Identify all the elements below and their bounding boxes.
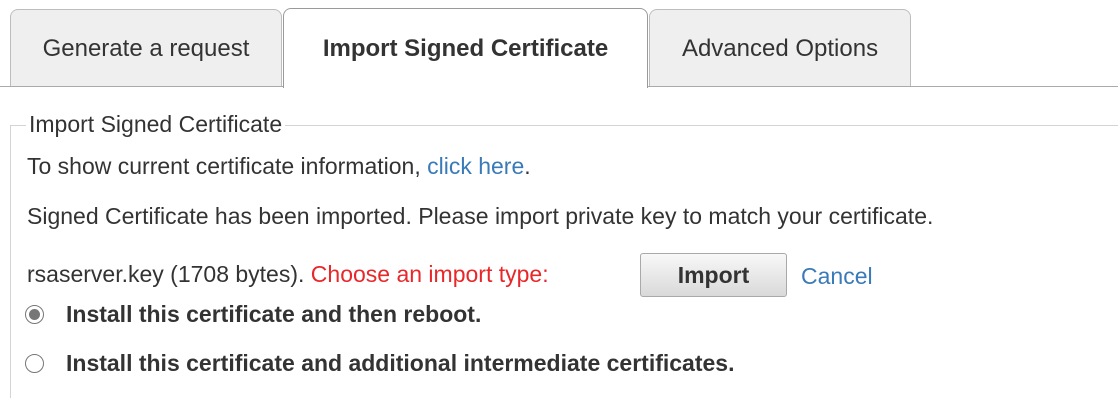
- tab-label: Generate a request: [42, 34, 250, 62]
- tab-label: Advanced Options: [681, 34, 879, 62]
- tab-import-signed-certificate[interactable]: Import Signed Certificate: [283, 8, 648, 88]
- option-label: Install this certificate and then reboot…: [66, 301, 482, 327]
- info-suffix: .: [524, 153, 531, 179]
- info-text: To show current certificate information,: [27, 153, 428, 179]
- tab-label: Import Signed Certificate: [322, 34, 609, 62]
- fieldset-legend: Import Signed Certificate: [26, 109, 286, 139]
- status-message: Signed Certificate has been imported. Pl…: [27, 203, 934, 229]
- radio-button[interactable]: [25, 354, 44, 373]
- certificate-page: Generate a request Import Signed Certifi…: [0, 0, 1118, 398]
- import-option-intermediate[interactable]: Install this certificate and additional …: [25, 350, 734, 377]
- key-file-line: rsaserver.key (1708 bytes). Choose an im…: [27, 259, 549, 289]
- tab-bar: Generate a request Import Signed Certifi…: [0, 0, 1118, 88]
- import-button[interactable]: Import: [640, 253, 787, 297]
- import-option-reboot[interactable]: Install this certificate and then reboot…: [25, 301, 481, 328]
- cancel-link[interactable]: Cancel: [801, 261, 873, 291]
- click-here-link[interactable]: click here: [427, 153, 524, 179]
- tab-advanced-options[interactable]: Advanced Options: [649, 9, 911, 87]
- certificate-info-line: To show current certificate information,…: [27, 151, 531, 181]
- option-label: Install this certificate and additional …: [66, 350, 735, 376]
- radio-button-selected[interactable]: [25, 305, 44, 324]
- import-type-prompt: Choose an import type:: [310, 261, 549, 287]
- key-file-name: rsaserver.key (1708 bytes).: [27, 261, 311, 287]
- tab-generate-request[interactable]: Generate a request: [10, 9, 282, 87]
